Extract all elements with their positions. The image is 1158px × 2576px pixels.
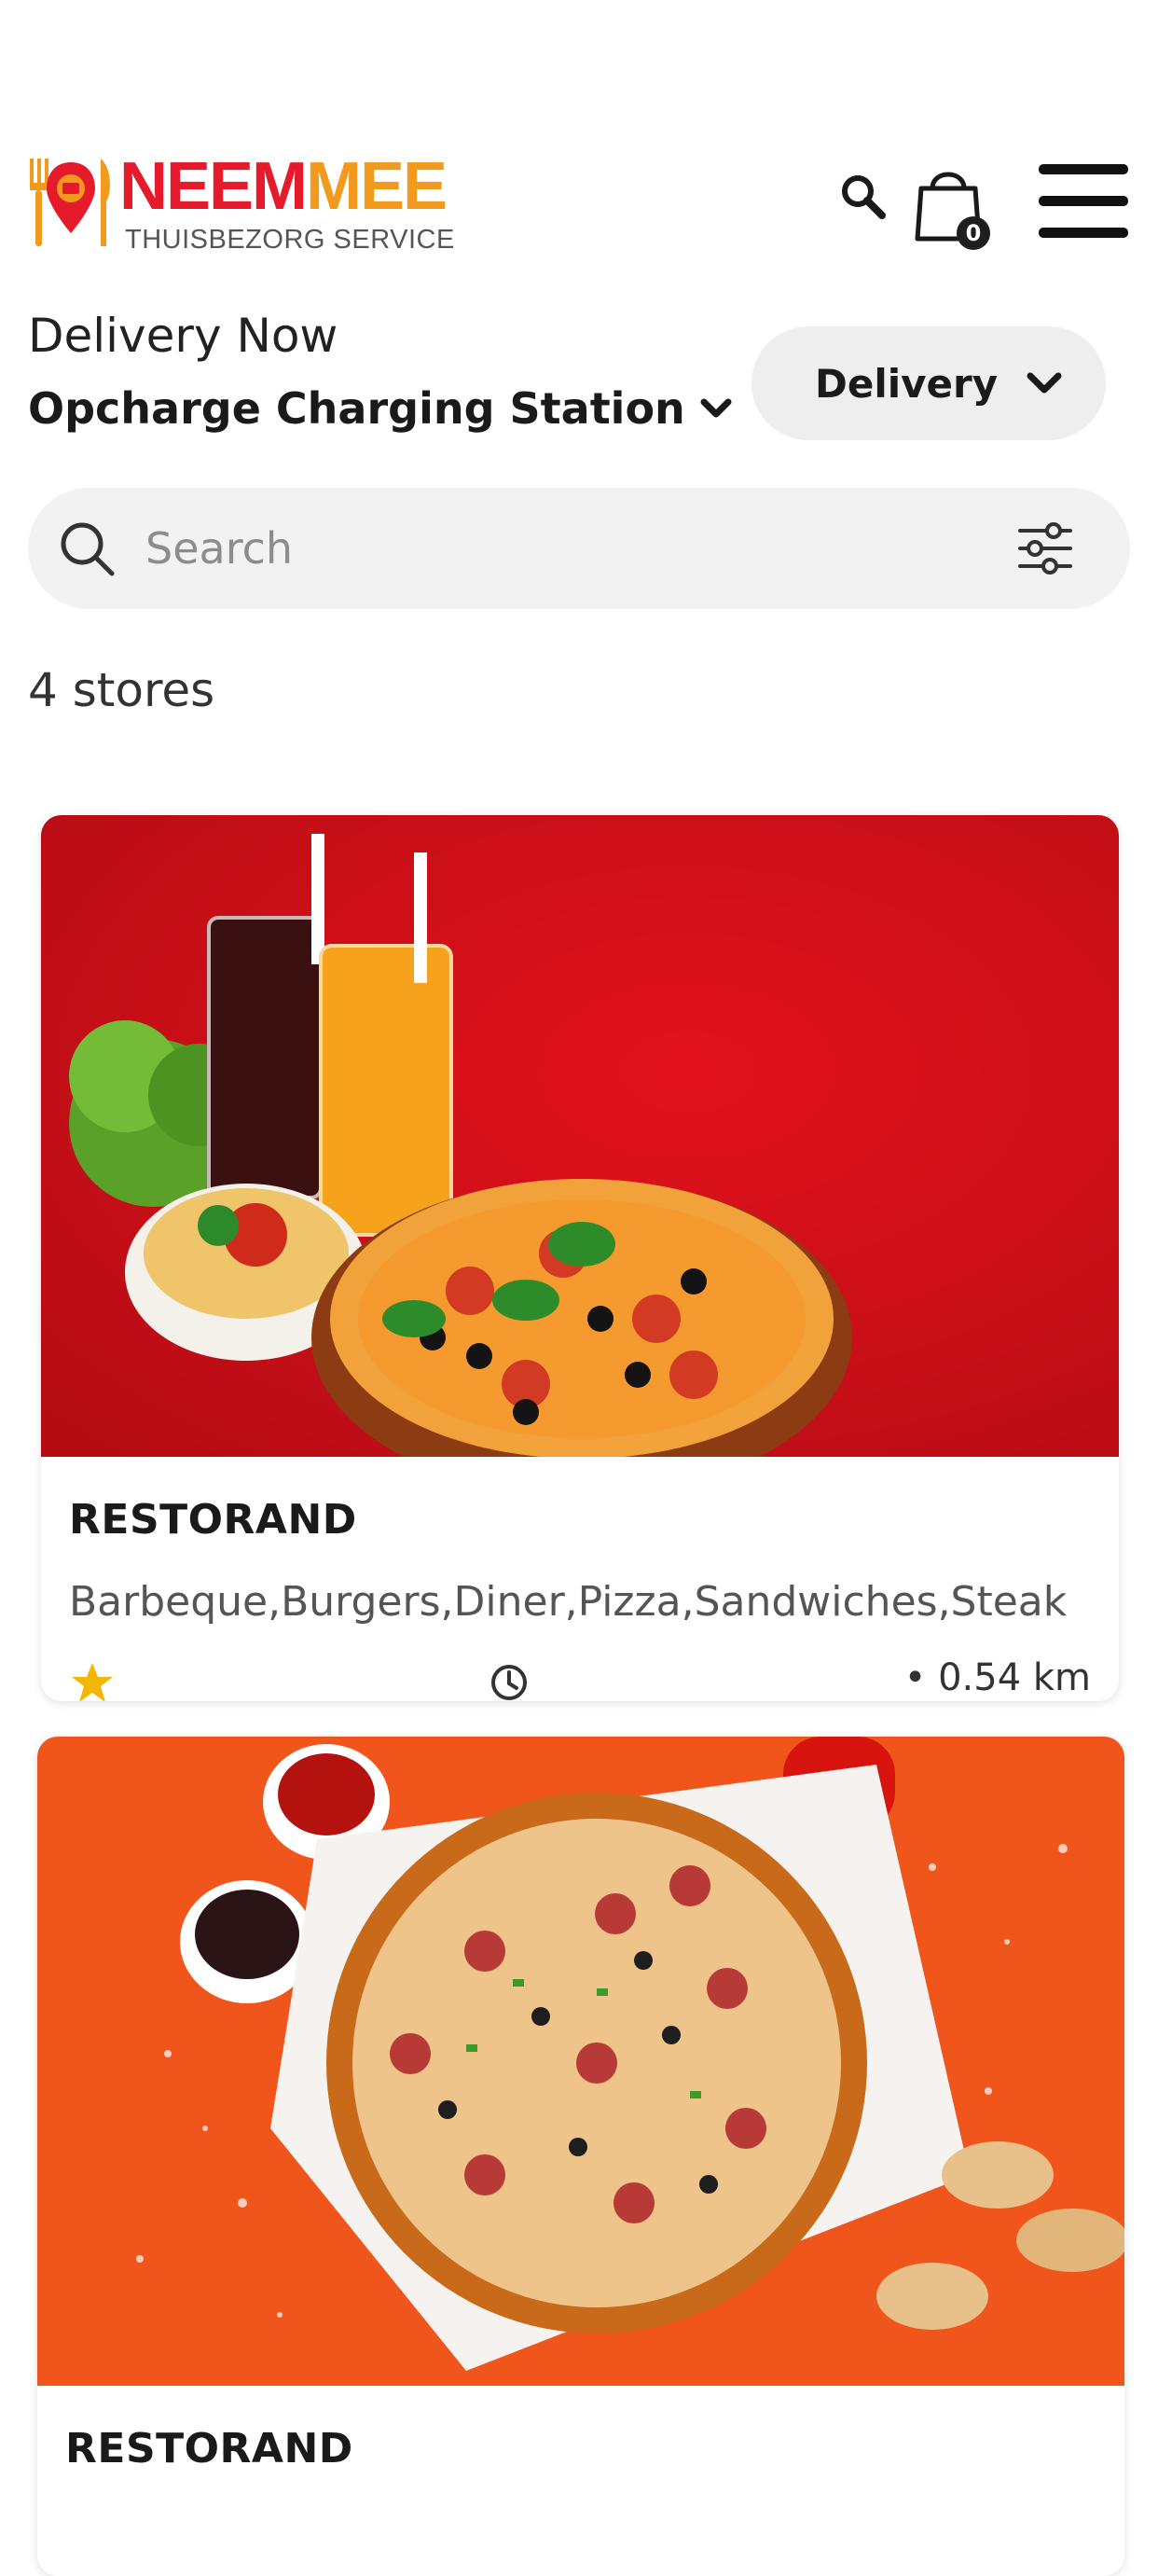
store-card[interactable]: RESTORAND Barbeque,Burgers,Diner,Pizza,S… bbox=[41, 815, 1119, 1701]
delivery-mode-label: Delivery bbox=[815, 360, 999, 407]
store-image bbox=[41, 815, 1119, 1457]
store-card[interactable]: RESTORAND bbox=[37, 1737, 1124, 2576]
chevron-down-icon bbox=[1027, 372, 1062, 394]
location-label: Opcharge Charging Station bbox=[28, 383, 685, 434]
food-photo bbox=[37, 1737, 1124, 2386]
store-name: RESTORAND bbox=[69, 1496, 357, 1544]
filter-sliders-icon[interactable] bbox=[1016, 519, 1074, 577]
store-name: RESTORAND bbox=[65, 2425, 353, 2472]
store-count: 4 stores bbox=[28, 663, 215, 717]
store-image bbox=[37, 1737, 1124, 2386]
delivery-heading: Delivery Now bbox=[28, 309, 338, 363]
delivery-mode-dropdown[interactable]: Delivery bbox=[751, 326, 1106, 440]
store-cuisines: Barbeque,Burgers,Diner,Pizza,Sandwiches,… bbox=[69, 1578, 1068, 1626]
search-icon bbox=[842, 175, 886, 219]
search-bar[interactable] bbox=[28, 488, 1130, 609]
hamburger-menu-icon bbox=[1039, 164, 1128, 238]
brand-name: NEEMMEE bbox=[119, 149, 448, 224]
location-selector[interactable]: Opcharge Charging Station bbox=[28, 381, 732, 436]
logo-icon bbox=[30, 159, 110, 246]
search-button[interactable] bbox=[830, 163, 897, 230]
clock-icon bbox=[491, 1665, 527, 1700]
star-rating-icon bbox=[72, 1663, 113, 1701]
search-input[interactable] bbox=[144, 522, 1016, 575]
brand-logo[interactable]: NEEMMEE THUISBEZORG SERVICE bbox=[26, 149, 454, 256]
store-meta: • 0.54 km bbox=[69, 1655, 1091, 1701]
food-photo bbox=[41, 815, 1119, 1457]
cart-button[interactable]: 0 bbox=[912, 160, 990, 250]
menu-button[interactable] bbox=[1035, 159, 1132, 244]
cart-count-badge: 0 bbox=[957, 216, 990, 250]
brand-tagline: THUISBEZORG SERVICE bbox=[125, 225, 455, 255]
search-icon bbox=[61, 522, 115, 576]
store-distance: • 0.54 km bbox=[903, 1656, 1091, 1699]
chevron-down-icon bbox=[700, 398, 732, 418]
